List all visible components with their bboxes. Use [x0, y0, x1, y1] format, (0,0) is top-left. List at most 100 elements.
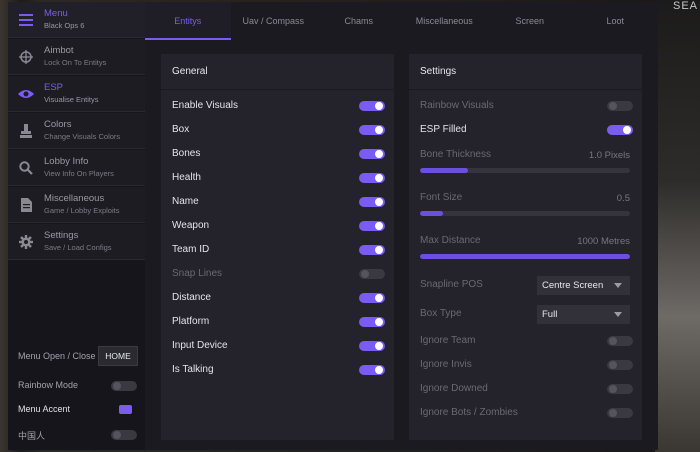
sidebar-item-subtitle: Black Ops 6 — [44, 21, 85, 30]
chinese-label: 中国人 — [18, 431, 46, 441]
enable-visuals-toggle[interactable] — [359, 101, 385, 111]
box-toggle[interactable] — [359, 125, 385, 135]
ignore-team-toggle[interactable] — [607, 336, 633, 346]
sidebar-item-title: Menu — [44, 8, 68, 19]
sidebar-item-aimbot[interactable]: Aimbot Lock On To Entitys — [8, 39, 145, 75]
option-label: Platform — [172, 316, 210, 327]
ignore-team-label: Ignore Team — [420, 335, 476, 346]
sidebar: Menu Black Ops 6 Aimbot Lock On To Entit… — [8, 2, 145, 450]
general-panel-title: General — [161, 54, 394, 90]
menu-accent-label: Menu Accent — [18, 404, 71, 414]
eye-icon — [8, 76, 44, 112]
menu-accent-swatch[interactable] — [119, 405, 132, 414]
tab-screen[interactable]: Screen — [487, 2, 573, 40]
sidebar-item-colors[interactable]: Colors Change Visuals Colors — [8, 113, 145, 149]
tab-uav-compass[interactable]: Uav / Compass — [231, 2, 317, 40]
tab-bar: Entitys Uav / Compass Chams Miscellaneou… — [145, 2, 658, 40]
font-size-value: 0.5 — [616, 193, 630, 204]
option-label: Team ID — [172, 244, 210, 255]
option-label: Snap Lines — [172, 268, 223, 279]
box-type-select[interactable]: Full — [537, 305, 630, 324]
option-label: Enable Visuals — [172, 100, 238, 111]
max-distance-label: Max Distance — [420, 235, 481, 246]
box-type-label: Box Type — [420, 308, 462, 319]
esp-filled-toggle[interactable] — [607, 125, 633, 135]
option-label: Box — [172, 124, 190, 135]
ignore-bots-label: Ignore Bots / Zombies — [420, 407, 518, 418]
font-size-label: Font Size — [420, 192, 463, 203]
health-toggle[interactable] — [359, 173, 385, 183]
sidebar-item-miscellaneous[interactable]: Miscellaneous Game / Lobby Exploits — [8, 187, 145, 223]
box-type-value: Full — [542, 309, 558, 320]
cheat-menu-window: Menu Black Ops 6 Aimbot Lock On To Entit… — [8, 2, 658, 450]
background-corner-text: SEA — [672, 0, 698, 12]
max-distance-slider[interactable] — [420, 254, 630, 259]
option-label: Bones — [172, 148, 201, 159]
max-distance-fill — [420, 254, 630, 259]
max-distance-value: 1000 Metres — [577, 236, 630, 247]
file-icon — [8, 187, 44, 223]
sidebar-item-title: Lobby Info — [44, 156, 89, 167]
snapline-pos-label: Snapline POS — [420, 279, 483, 290]
settings-panel-title: Settings — [409, 54, 642, 90]
tab-entitys[interactable]: Entitys — [145, 2, 231, 40]
sidebar-item-title: Settings — [44, 230, 79, 241]
option-label: Distance — [172, 292, 211, 303]
option-label: Input Device — [172, 340, 228, 351]
tab-loot[interactable]: Loot — [573, 2, 659, 40]
sidebar-item-subtitle: Save / Load Configs — [44, 243, 112, 252]
game-background-right — [655, 0, 700, 452]
chevron-down-icon — [614, 312, 622, 317]
sidebar-item-menu[interactable]: Menu Black Ops 6 — [8, 2, 145, 38]
font-size-fill — [420, 211, 444, 216]
option-label: Health — [172, 172, 201, 183]
sidebar-item-title: Colors — [44, 119, 72, 130]
sidebar-item-subtitle: Change Visuals Colors — [44, 132, 121, 141]
ignore-downed-label: Ignore Downed — [420, 383, 488, 394]
option-label: Weapon — [172, 220, 210, 231]
general-panel: General Enable Visuals Box Bones Health … — [161, 54, 394, 440]
sidebar-item-lobby-info[interactable]: Lobby Info View Info On Players — [8, 150, 145, 186]
font-size-slider[interactable] — [420, 211, 630, 216]
crosshair-icon — [8, 39, 44, 75]
search-icon — [8, 150, 44, 186]
menu-hotkey-button[interactable]: HOME — [98, 346, 138, 366]
rainbow-visuals-label: Rainbow Visuals — [420, 100, 494, 111]
sidebar-item-esp[interactable]: ESP Visualise Entitys — [8, 76, 145, 112]
menu-open-label: Menu Open / Close — [18, 351, 96, 361]
input-device-toggle[interactable] — [359, 341, 385, 351]
esp-filled-label: ESP Filled — [420, 124, 467, 135]
name-toggle[interactable] — [359, 197, 385, 207]
is-talking-toggle[interactable] — [359, 365, 385, 375]
tab-chams[interactable]: Chams — [316, 2, 402, 40]
weapon-toggle[interactable] — [359, 221, 385, 231]
ignore-bots-toggle[interactable] — [607, 408, 633, 418]
sidebar-item-subtitle: Game / Lobby Exploits — [44, 206, 120, 215]
tab-miscellaneous[interactable]: Miscellaneous — [402, 2, 488, 40]
platform-toggle[interactable] — [359, 317, 385, 327]
bone-thickness-label: Bone Thickness — [420, 149, 491, 160]
sidebar-item-settings[interactable]: Settings Save / Load Configs — [8, 224, 145, 260]
chinese-toggle[interactable] — [111, 430, 137, 440]
sidebar-item-title: Aimbot — [44, 45, 74, 56]
rainbow-mode-toggle[interactable] — [111, 381, 137, 391]
sidebar-item-title: ESP — [44, 82, 64, 93]
option-label: Is Talking — [172, 364, 214, 375]
ignore-downed-toggle[interactable] — [607, 384, 633, 394]
bone-thickness-slider[interactable] — [420, 168, 630, 173]
distance-toggle[interactable] — [359, 293, 385, 303]
rainbow-visuals-toggle[interactable] — [607, 101, 633, 111]
snap-lines-toggle[interactable] — [359, 269, 385, 279]
sidebar-item-subtitle: Lock On To Entitys — [44, 58, 107, 67]
bones-toggle[interactable] — [359, 149, 385, 159]
chevron-down-icon — [614, 283, 622, 288]
paint-icon — [8, 113, 44, 149]
sidebar-item-subtitle: View Info On Players — [44, 169, 114, 178]
team-id-toggle[interactable] — [359, 245, 385, 255]
ignore-invis-toggle[interactable] — [607, 360, 633, 370]
ignore-invis-label: Ignore Invis — [420, 359, 472, 370]
settings-panel: Settings Rainbow Visuals ESP Filled Bone… — [409, 54, 642, 440]
option-label: Name — [172, 196, 199, 207]
snapline-pos-select[interactable]: Centre Screen — [537, 276, 630, 295]
sidebar-item-subtitle: Visualise Entitys — [44, 95, 99, 104]
